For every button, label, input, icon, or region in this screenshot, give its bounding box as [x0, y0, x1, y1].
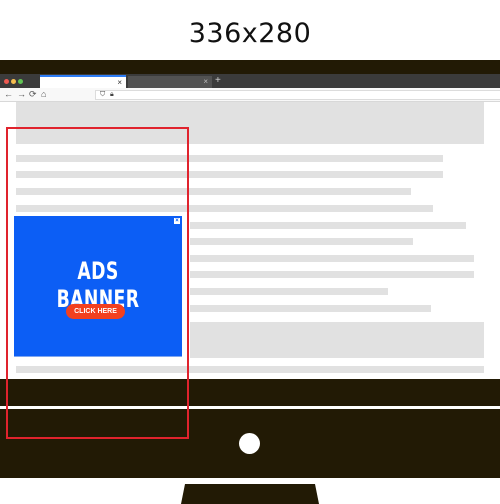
- window-close-dot[interactable]: [4, 79, 9, 84]
- ad-highlight-frame: [6, 127, 189, 439]
- tab-inactive[interactable]: ×: [128, 76, 212, 88]
- text-line-placeholder: [190, 238, 413, 245]
- new-tab-icon[interactable]: +: [215, 74, 221, 87]
- forward-icon[interactable]: →: [17, 88, 26, 101]
- back-icon[interactable]: ←: [4, 88, 13, 101]
- monitor-top-bezel: [0, 60, 500, 74]
- text-line-placeholder: [190, 255, 474, 262]
- power-button: [239, 433, 260, 454]
- text-line-placeholder: [190, 271, 474, 278]
- text-line-placeholder: [190, 288, 388, 295]
- tab-bar: × × +: [0, 74, 500, 88]
- monitor-stand: [181, 484, 319, 504]
- window-minimize-dot[interactable]: [11, 79, 16, 84]
- address-bar[interactable]: ⛉ 🔒︎: [95, 90, 500, 100]
- tab-active[interactable]: ×: [40, 75, 126, 88]
- lock-icon: 🔒︎: [110, 91, 114, 98]
- tab-close-icon[interactable]: ×: [203, 76, 208, 87]
- text-line-placeholder: [190, 222, 466, 229]
- size-caption: 336x280: [188, 18, 312, 49]
- navigation-bar: ← → ⟳ ⌂ ⛉ 🔒︎: [0, 88, 500, 102]
- reload-icon[interactable]: ⟳: [29, 88, 37, 101]
- home-icon[interactable]: ⌂: [41, 88, 46, 101]
- window-maximize-dot[interactable]: [18, 79, 23, 84]
- tab-close-icon[interactable]: ×: [117, 77, 122, 88]
- text-line-placeholder: [190, 305, 431, 312]
- content-block-placeholder: [190, 322, 484, 358]
- shield-icon: ⛉: [100, 91, 106, 98]
